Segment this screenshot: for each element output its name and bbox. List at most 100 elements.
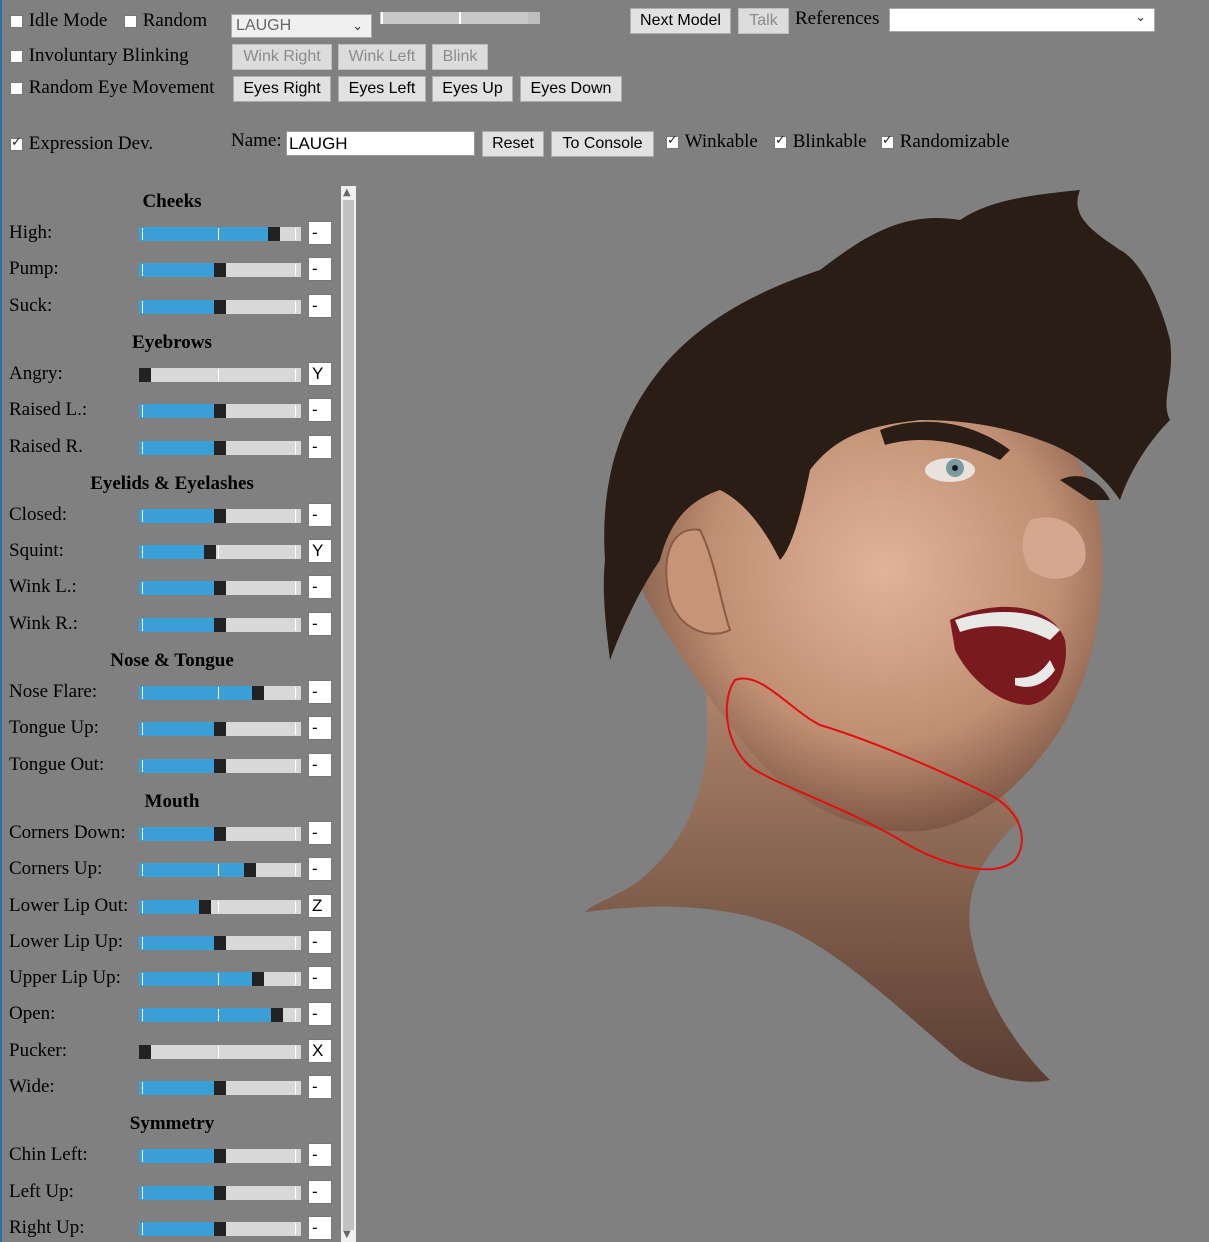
random-eye-movement-checkbox[interactable] bbox=[10, 81, 23, 95]
wink-left-button[interactable]: Wink Left bbox=[338, 44, 426, 70]
expression-slider[interactable] bbox=[139, 1221, 301, 1236]
slider-thumb[interactable] bbox=[214, 935, 226, 950]
expression-select[interactable]: LAUGH ⌄ bbox=[231, 14, 372, 38]
slider-key-box[interactable]: - bbox=[308, 929, 332, 954]
name-input[interactable]: LAUGH bbox=[286, 131, 475, 156]
slider-key-box[interactable]: Y bbox=[308, 361, 332, 386]
references-select[interactable]: ⌄ bbox=[889, 8, 1155, 32]
slider-thumb[interactable] bbox=[268, 227, 280, 241]
expression-slider[interactable] bbox=[139, 404, 301, 419]
talk-speed-slider-thumb[interactable] bbox=[528, 12, 540, 24]
slider-key-box[interactable]: Z bbox=[308, 893, 332, 918]
expression-slider[interactable] bbox=[139, 1149, 301, 1164]
slider-key-box[interactable]: - bbox=[308, 820, 332, 845]
involuntary-blinking-row[interactable]: Involuntary Blinking bbox=[10, 45, 189, 67]
panel-scrollbar-thumb[interactable] bbox=[343, 200, 354, 1230]
random-checkbox-row[interactable]: Random bbox=[124, 10, 207, 32]
reset-button[interactable]: Reset bbox=[482, 131, 544, 157]
winkable-checkbox[interactable] bbox=[666, 133, 679, 149]
slider-key-box[interactable]: X bbox=[308, 1038, 332, 1063]
next-model-button[interactable]: Next Model bbox=[630, 8, 731, 34]
expression-slider[interactable] bbox=[139, 263, 301, 278]
slider-key-box[interactable]: - bbox=[308, 966, 332, 991]
slider-key-box[interactable]: - bbox=[308, 221, 332, 245]
slider-thumb[interactable] bbox=[214, 581, 226, 596]
expression-slider[interactable] bbox=[139, 581, 301, 596]
slider-thumb[interactable] bbox=[214, 617, 226, 632]
slider-thumb[interactable] bbox=[204, 545, 216, 560]
idle-mode-checkbox-row[interactable]: Idle Mode bbox=[10, 10, 107, 32]
eyes-down-button[interactable]: Eyes Down bbox=[520, 76, 622, 102]
expression-dev-row[interactable]: Expression Dev. bbox=[10, 133, 153, 155]
expression-slider[interactable] bbox=[139, 1008, 301, 1023]
expression-slider[interactable] bbox=[139, 863, 301, 878]
slider-thumb[interactable] bbox=[139, 1044, 151, 1059]
slider-key-box[interactable]: - bbox=[308, 293, 332, 318]
slider-thumb[interactable] bbox=[214, 404, 226, 419]
expression-slider[interactable] bbox=[139, 1044, 301, 1059]
slider-thumb[interactable] bbox=[214, 1149, 226, 1164]
expression-slider[interactable] bbox=[139, 826, 301, 841]
slider-thumb[interactable] bbox=[214, 1221, 226, 1236]
slider-thumb[interactable] bbox=[214, 1081, 226, 1095]
expression-slider[interactable] bbox=[139, 617, 301, 632]
slider-thumb[interactable] bbox=[271, 1008, 283, 1023]
scroll-down-arrow-icon[interactable]: ▼ bbox=[343, 1229, 351, 1240]
slider-key-box[interactable]: - bbox=[308, 502, 332, 527]
slider-key-box[interactable]: Y bbox=[308, 539, 332, 564]
slider-thumb[interactable] bbox=[214, 508, 226, 523]
slider-key-box[interactable]: - bbox=[308, 1143, 332, 1168]
slider-thumb[interactable] bbox=[214, 758, 226, 773]
face-model-viewport[interactable] bbox=[360, 170, 1209, 1242]
slider-thumb[interactable] bbox=[252, 686, 264, 700]
slider-key-box[interactable]: - bbox=[308, 611, 332, 636]
talk-speed-slider[interactable] bbox=[380, 12, 540, 24]
slider-key-box[interactable]: - bbox=[308, 434, 332, 459]
expression-slider[interactable] bbox=[139, 440, 301, 455]
slider-key-box[interactable]: - bbox=[308, 398, 332, 423]
slider-key-box[interactable]: - bbox=[308, 680, 332, 704]
talk-button[interactable]: Talk bbox=[738, 8, 789, 34]
slider-key-box[interactable]: - bbox=[308, 1075, 332, 1099]
expression-slider[interactable] bbox=[139, 545, 301, 560]
slider-thumb[interactable] bbox=[139, 367, 151, 382]
eyes-right-button[interactable]: Eyes Right bbox=[233, 76, 331, 102]
expression-slider[interactable] bbox=[139, 299, 301, 314]
slider-thumb[interactable] bbox=[252, 972, 264, 987]
slider-key-box[interactable]: - bbox=[308, 1179, 332, 1204]
involuntary-blinking-checkbox[interactable] bbox=[10, 49, 23, 63]
expression-slider[interactable] bbox=[139, 508, 301, 523]
slider-thumb[interactable] bbox=[214, 826, 226, 841]
expression-slider[interactable] bbox=[139, 899, 301, 914]
expression-slider[interactable] bbox=[139, 227, 301, 241]
random-checkbox[interactable] bbox=[124, 14, 137, 28]
slider-key-box[interactable]: - bbox=[308, 575, 332, 600]
slider-thumb[interactable] bbox=[214, 722, 226, 737]
slider-thumb[interactable] bbox=[214, 440, 226, 455]
eyes-up-button[interactable]: Eyes Up bbox=[432, 76, 513, 102]
slider-key-box[interactable]: - bbox=[308, 257, 332, 282]
slider-thumb[interactable] bbox=[214, 299, 226, 314]
slider-key-box[interactable]: - bbox=[308, 1002, 332, 1027]
blink-button[interactable]: Blink bbox=[432, 44, 488, 70]
blinkable-checkbox[interactable] bbox=[774, 133, 787, 149]
slider-key-box[interactable]: - bbox=[308, 752, 332, 777]
slider-thumb[interactable] bbox=[214, 263, 226, 278]
eyes-left-button[interactable]: Eyes Left bbox=[338, 76, 426, 102]
slider-key-box[interactable]: - bbox=[308, 857, 332, 882]
slider-thumb[interactable] bbox=[244, 863, 256, 878]
expression-slider[interactable] bbox=[139, 722, 301, 737]
randomizable-checkbox[interactable] bbox=[881, 133, 894, 149]
blinkable-row[interactable]: Blinkable bbox=[774, 131, 867, 153]
expression-slider[interactable] bbox=[139, 1081, 301, 1095]
slider-thumb[interactable] bbox=[199, 899, 211, 914]
expression-slider[interactable] bbox=[139, 1185, 301, 1200]
slider-key-box[interactable]: - bbox=[308, 1215, 332, 1240]
expression-slider[interactable] bbox=[139, 758, 301, 773]
scroll-up-arrow-icon[interactable]: ▲ bbox=[343, 187, 351, 198]
idle-mode-checkbox[interactable] bbox=[10, 14, 23, 28]
slider-thumb[interactable] bbox=[214, 1185, 226, 1200]
random-eye-movement-row[interactable]: Random Eye Movement bbox=[10, 77, 214, 99]
to-console-button[interactable]: To Console bbox=[551, 131, 654, 157]
slider-key-box[interactable]: - bbox=[308, 716, 332, 741]
